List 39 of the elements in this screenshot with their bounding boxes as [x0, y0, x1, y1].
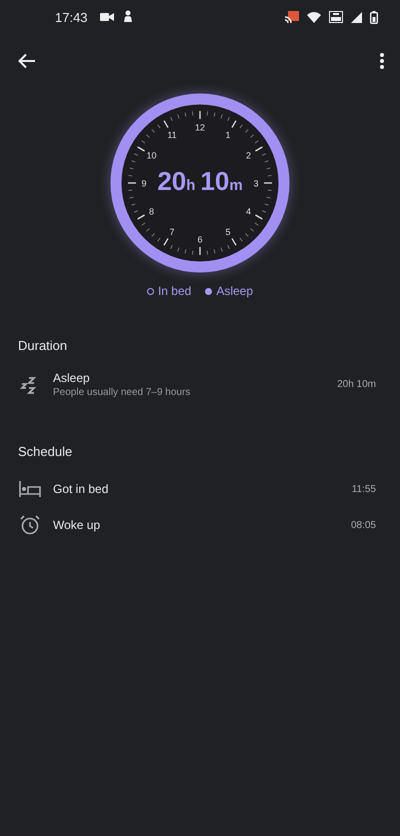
alarm-clock-icon — [18, 515, 42, 535]
row-title: Asleep — [53, 371, 91, 385]
clock-number: 1 — [226, 130, 230, 140]
clock-number: 10 — [146, 150, 156, 160]
legend-label: In bed — [158, 284, 192, 298]
row-subtitle: People usually need 7–9 hours — [53, 387, 192, 398]
clock-number: 7 — [170, 227, 174, 237]
battery-icon — [370, 10, 378, 24]
status-time: 17:43 — [55, 10, 88, 24]
row-value: 20h 10m — [337, 379, 376, 390]
duration-minutes: 10 — [200, 166, 230, 197]
signal-icon — [351, 12, 362, 22]
bed-icon — [18, 481, 42, 497]
row-title: Got in bed — [53, 482, 110, 496]
hours-unit: h — [186, 177, 196, 194]
volte-icon — [329, 11, 343, 23]
clock-number: 5 — [226, 227, 230, 237]
minutes-unit: m — [229, 177, 243, 194]
clock-number: 8 — [149, 206, 154, 216]
duration-hours: 20 — [157, 166, 186, 197]
row-value: 08:05 — [350, 520, 376, 530]
wifi-icon — [307, 12, 321, 22]
section-heading: Duration — [17, 337, 68, 355]
row-value: 11:55 — [352, 484, 376, 494]
figure-icon — [122, 10, 134, 24]
legend-label: Asleep — [216, 284, 254, 298]
more-vertical-icon — [380, 53, 384, 69]
video-camera-icon — [100, 12, 114, 22]
clock-number: 2 — [246, 150, 251, 160]
section-heading: Schedule — [17, 443, 74, 461]
clock-number: 12 — [195, 122, 205, 132]
clock-number: 9 — [142, 178, 146, 188]
clock-number: 11 — [167, 130, 177, 140]
row-title: Woke up — [53, 518, 102, 532]
back-arrow-icon — [18, 53, 36, 69]
cast-icon — [285, 11, 299, 23]
clock-number: 4 — [246, 206, 251, 216]
clock-number: 6 — [198, 234, 202, 244]
clock-number: 3 — [254, 178, 258, 188]
